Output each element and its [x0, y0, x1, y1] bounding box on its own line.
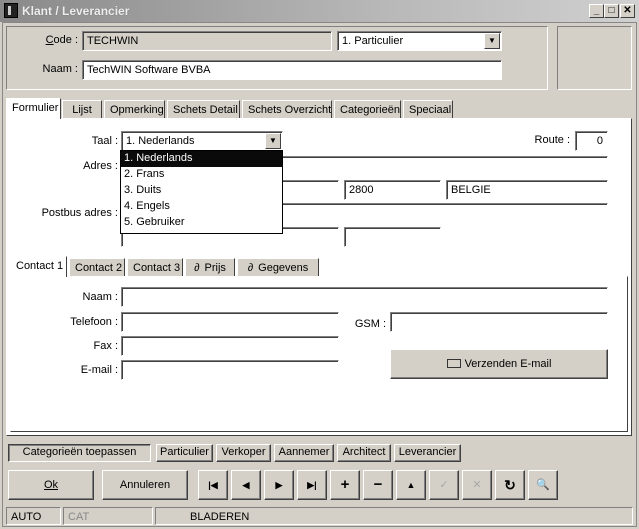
first-record-icon: |◀	[208, 480, 218, 490]
category-aannemer-button[interactable]: Aannemer	[274, 444, 334, 462]
chevron-down-icon[interactable]: ▼	[265, 133, 281, 149]
title-bar: Klant / Leverancier _ □ ✕	[0, 0, 639, 22]
code-field[interactable]: TECHWIN	[82, 31, 332, 51]
cancel-edit-button[interactable]: ✕	[462, 470, 492, 500]
paperclip-icon: ∂	[194, 262, 200, 274]
telefoon-label: Telefoon :	[70, 316, 118, 328]
naam-field[interactable]: TechWIN Software BVBA	[82, 60, 502, 80]
add-record-icon: +	[340, 476, 350, 493]
send-email-label: Verzenden E-mail	[464, 358, 552, 370]
fax-field[interactable]	[121, 336, 339, 356]
taal-option-nederlands[interactable]: 1. Nederlands	[121, 151, 282, 167]
email-field[interactable]	[121, 360, 339, 380]
postbus-postcode-field[interactable]	[344, 227, 441, 247]
tab-gegevens-label: Gegevens	[258, 262, 309, 274]
tab-prijs[interactable]: ∂ Prijs	[185, 258, 235, 277]
ok-label: Ok	[43, 479, 59, 491]
cancel-edit-icon: ✕	[472, 479, 482, 491]
code-label: Code :	[45, 34, 78, 46]
close-button[interactable]: ✕	[620, 4, 635, 18]
save-record-icon: ✓	[439, 479, 449, 491]
land-field[interactable]: BELGIE	[446, 180, 608, 200]
category-verkoper-button[interactable]: Verkoper	[216, 444, 271, 462]
apply-categories-button[interactable]: Categorieën toepassen	[8, 444, 151, 462]
category-leverancier-button[interactable]: Leverancier	[394, 444, 461, 462]
postcode-field[interactable]: 2800	[344, 180, 441, 200]
tab-contact-2[interactable]: Contact 2	[69, 258, 125, 277]
tab-lijst[interactable]: Lijst	[62, 100, 102, 119]
send-email-button[interactable]: Verzenden E-mail	[390, 349, 608, 379]
tab-categorieen[interactable]: Categorieën	[334, 100, 401, 119]
email-label: E-mail :	[80, 364, 118, 376]
adres-label: Adres :	[83, 160, 118, 172]
taal-label: Taal :	[91, 135, 118, 147]
app-icon	[4, 3, 18, 18]
tab-gegevens[interactable]: ∂ Gegevens	[237, 258, 319, 277]
logo-placeholder	[557, 26, 632, 90]
taal-option-duits[interactable]: 3. Duits	[121, 183, 282, 199]
next-record-icon: ▶	[275, 480, 283, 490]
window-title: Klant / Leverancier	[22, 4, 130, 18]
gsm-label: GSM :	[354, 318, 386, 330]
refresh-icon: ↻	[504, 477, 516, 493]
taal-select[interactable]: 1. Nederlands ▼	[121, 131, 283, 151]
category-particulier-button[interactable]: Particulier	[156, 444, 213, 462]
paperclip-icon: ∂	[247, 262, 254, 274]
envelope-icon	[446, 358, 461, 368]
minimize-button[interactable]: _	[589, 4, 604, 18]
edit-record-button[interactable]: ▲	[396, 470, 426, 500]
maximize-button[interactable]: □	[604, 4, 619, 18]
last-record-icon: ▶|	[307, 480, 317, 490]
chevron-down-icon[interactable]: ▼	[484, 33, 500, 49]
previous-record-button[interactable]: ◀	[231, 470, 261, 500]
type-select-value: 1. Particulier	[342, 35, 404, 47]
tab-contact-1[interactable]: Contact 1	[10, 256, 67, 277]
naam-label: Naam :	[42, 63, 78, 75]
delete-record-icon: −	[373, 476, 383, 493]
previous-record-icon: ◀	[242, 480, 250, 490]
refresh-button[interactable]: ↻	[495, 470, 525, 500]
binoculars-search-icon: 🔍	[536, 479, 550, 491]
edit-record-icon: ▲	[406, 480, 416, 490]
add-record-button[interactable]: +	[330, 470, 360, 500]
ok-button[interactable]: Ok	[8, 470, 94, 500]
postbus-label: Postbus adres :	[41, 207, 118, 219]
save-record-button[interactable]: ✓	[429, 470, 459, 500]
tab-opmerking[interactable]: Opmerking	[104, 100, 165, 119]
first-record-button[interactable]: |◀	[198, 470, 228, 500]
tab-contact-3[interactable]: Contact 3	[127, 258, 183, 277]
route-label: Route :	[534, 134, 570, 146]
telefoon-field[interactable]	[121, 312, 339, 332]
gsm-field[interactable]	[390, 312, 608, 332]
taal-option-frans[interactable]: 2. Frans	[121, 167, 282, 183]
status-state: BLADEREN	[155, 507, 633, 525]
tab-speciaal[interactable]: Speciaal	[403, 100, 453, 119]
category-architect-button[interactable]: Architect	[337, 444, 391, 462]
contact-naam-field[interactable]	[121, 287, 608, 307]
route-field[interactable]: 0	[575, 131, 608, 151]
type-select[interactable]: 1. Particulier ▼	[337, 31, 502, 51]
cancel-label: Annuleren	[119, 479, 171, 491]
tab-formulier[interactable]: Formulier	[6, 98, 61, 119]
taal-select-value: 1. Nederlands	[126, 135, 195, 147]
fax-label: Fax :	[93, 340, 118, 352]
last-record-button[interactable]: ▶|	[297, 470, 327, 500]
search-button[interactable]: 🔍	[528, 470, 558, 500]
status-mode: AUTO	[6, 507, 61, 525]
delete-record-button[interactable]: −	[363, 470, 393, 500]
next-record-button[interactable]: ▶	[264, 470, 294, 500]
cancel-button[interactable]: Annuleren	[102, 470, 188, 500]
status-cat: CAT	[63, 507, 153, 525]
taal-dropdown-list: 1. Nederlands 2. Frans 3. Duits 4. Engel…	[120, 150, 283, 234]
taal-option-gebruiker[interactable]: 5. Gebruiker	[121, 215, 282, 231]
tab-prijs-label: Prijs	[204, 262, 226, 274]
taal-option-engels[interactable]: 4. Engels	[121, 199, 282, 215]
tab-schets-detail[interactable]: Schets Detail	[167, 100, 240, 119]
tab-schets-overzicht[interactable]: Schets Overzicht	[242, 100, 332, 119]
contact-naam-label: Naam :	[82, 291, 118, 303]
